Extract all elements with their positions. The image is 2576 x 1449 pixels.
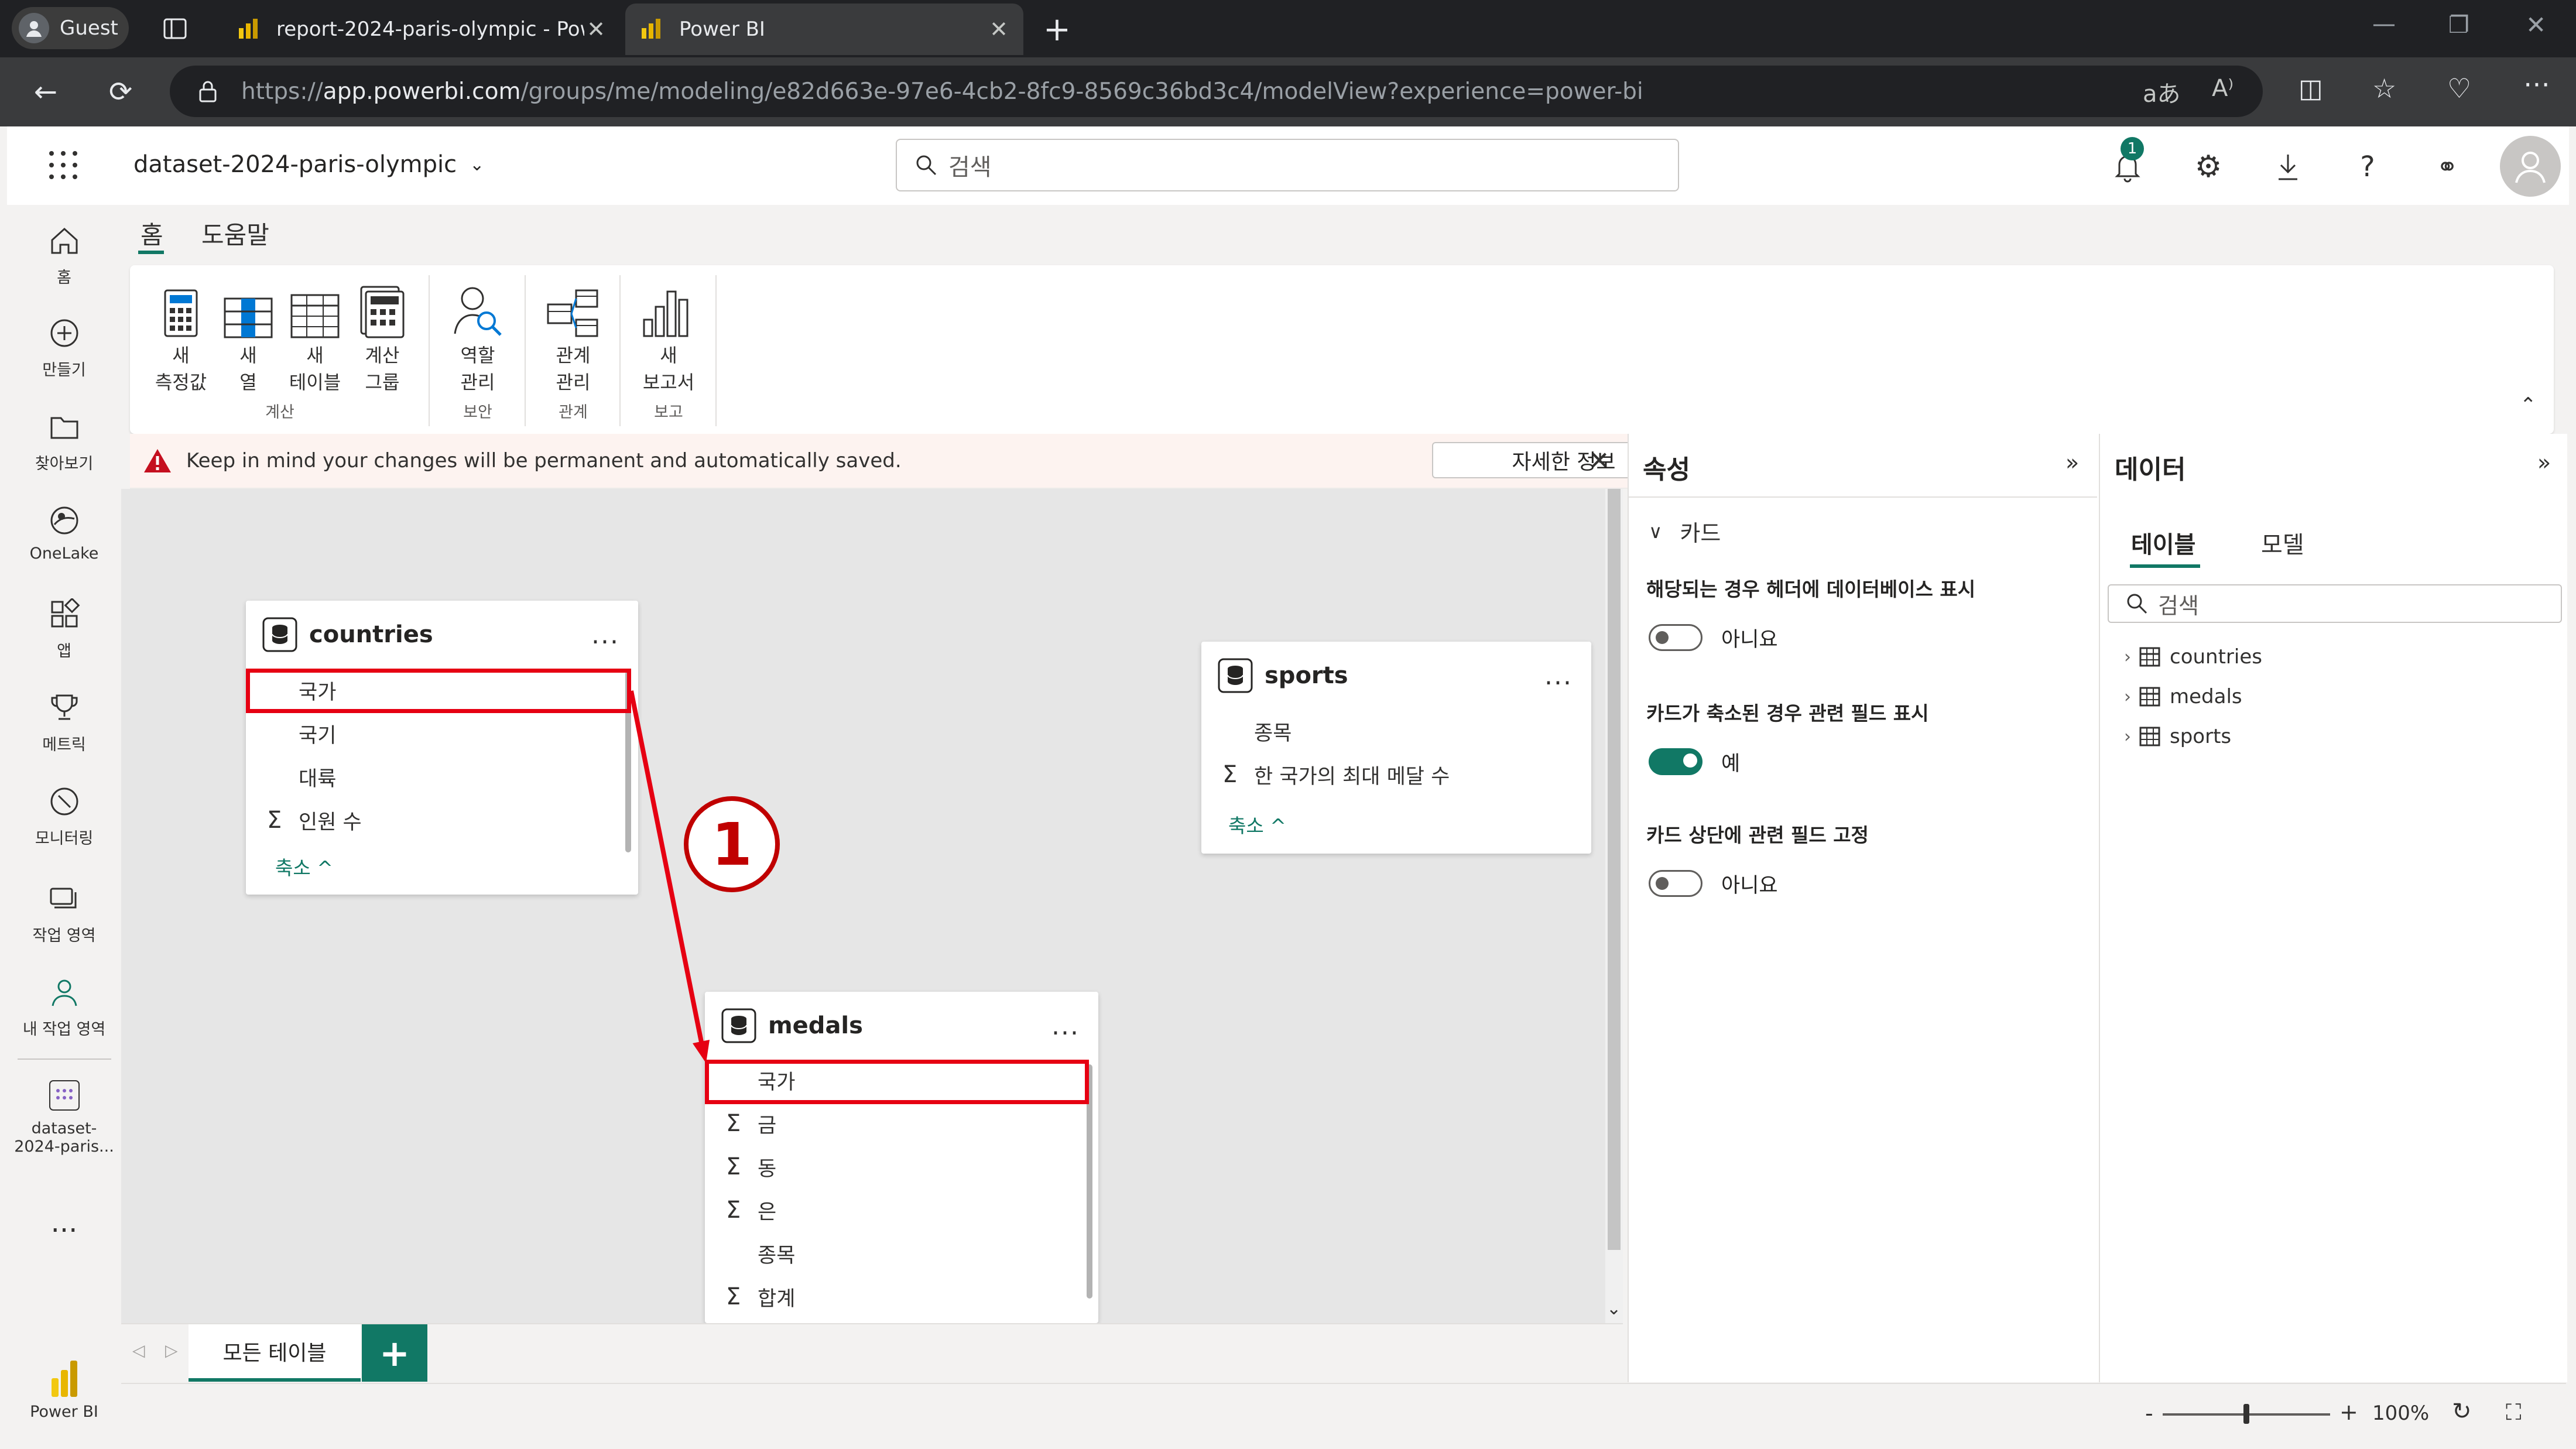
data-tab-model[interactable]: 모델	[2261, 526, 2304, 560]
zoom-out-button[interactable]: -	[2145, 1400, 2153, 1426]
scroll-tabs-right-icon[interactable]: ▷	[165, 1341, 178, 1360]
chevron-down-icon: ∨	[1649, 520, 1663, 543]
data-tab-tables[interactable]: 테이블	[2131, 526, 2195, 560]
table-icon	[2139, 727, 2160, 746]
step-number-badge: 1	[684, 796, 780, 892]
data-tab-indicator	[2130, 564, 2200, 568]
pin-related-fields-toggle[interactable]	[1649, 870, 1703, 897]
data-tree-item-sports[interactable]: › sports	[2124, 725, 2231, 748]
collapse-data-pane-icon[interactable]: »	[2537, 450, 2551, 475]
fit-to-screen-icon[interactable]: ⛶	[2506, 1399, 2522, 1426]
show-related-fields-toggle[interactable]	[1649, 748, 1703, 775]
chevron-right-icon: ›	[2124, 646, 2131, 667]
reset-zoom-icon[interactable]: ↻	[2452, 1398, 2472, 1425]
toggle-value: 아니요	[1721, 874, 1778, 898]
table-icon	[2139, 687, 2160, 707]
data-tree-item-medals[interactable]: › medals	[2124, 685, 2242, 708]
chevron-right-icon: ›	[2124, 686, 2131, 707]
data-search-input[interactable]: 검색	[2108, 584, 2562, 623]
show-database-toggle[interactable]	[1649, 624, 1703, 651]
zoom-slider-thumb[interactable]	[2243, 1404, 2249, 1424]
toggle-value: 예	[1721, 752, 1741, 776]
toggle-value: 아니요	[1721, 628, 1778, 652]
properties-title: 속성	[1643, 455, 1690, 485]
setting-label: 해당되는 경우 헤더에 데이터베이스 표시	[1646, 578, 1976, 601]
setting-label: 카드가 축소된 경우 관련 필드 표시	[1646, 702, 1929, 725]
table-icon	[2139, 647, 2160, 667]
pane-divider	[1629, 496, 2097, 498]
search-icon	[2125, 592, 2149, 615]
add-layout-button[interactable]: +	[362, 1324, 427, 1382]
data-tree-item-countries[interactable]: › countries	[2124, 645, 2262, 669]
zoom-in-button[interactable]: +	[2339, 1399, 2358, 1425]
layout-tab-all-tables[interactable]: 모든 테이블	[189, 1324, 361, 1382]
chevron-right-icon: ›	[2124, 726, 2131, 747]
collapse-properties-icon[interactable]: »	[2065, 450, 2079, 475]
data-pane-title: 데이터	[2115, 455, 2186, 485]
data-pane	[2099, 434, 2567, 1382]
zoom-level: 100%	[2372, 1402, 2430, 1425]
card-section-header[interactable]: ∨ 카드	[1649, 515, 1721, 547]
setting-label: 카드 상단에 관련 필드 고정	[1646, 824, 1869, 847]
status-bar	[121, 1383, 2566, 1448]
scroll-tabs-left-icon[interactable]: ◁	[132, 1341, 145, 1360]
